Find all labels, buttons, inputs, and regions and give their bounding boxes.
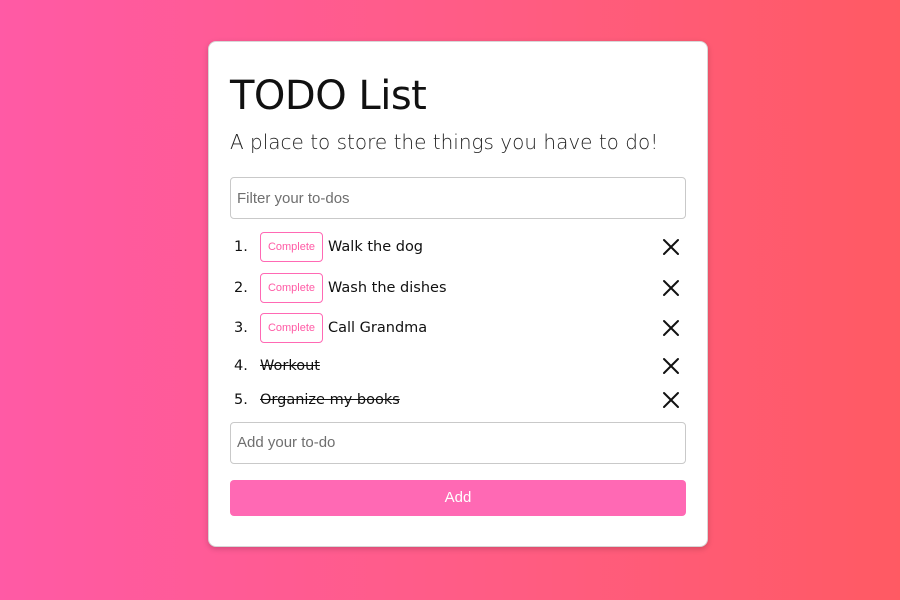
complete-button[interactable]: Complete: [260, 313, 323, 344]
complete-button[interactable]: Complete: [260, 232, 323, 263]
delete-button[interactable]: [662, 391, 680, 409]
delete-button[interactable]: [662, 319, 680, 337]
list-item-completed: 5. Organize my books: [230, 383, 686, 418]
item-number: 4.: [234, 357, 248, 374]
item-text: Wash the dishes: [328, 279, 447, 296]
complete-button[interactable]: Complete: [260, 272, 323, 303]
delete-button[interactable]: [662, 238, 680, 256]
item-text: Call Grandma: [328, 320, 428, 337]
list-item: 1. Complete Walk the dog: [230, 227, 686, 268]
item-number: 3.: [234, 320, 248, 337]
todo-card: TODO List A place to store the things yo…: [208, 41, 708, 547]
close-icon: [663, 279, 679, 296]
list-item: 2. Complete Wash the dishes: [230, 268, 686, 309]
delete-button[interactable]: [662, 357, 680, 375]
close-icon: [663, 357, 679, 374]
list-item: 3. Complete Call Grandma: [230, 308, 686, 349]
todo-list: 1. Complete Walk the dog 2. Complete Was…: [230, 227, 686, 418]
page-title: TODO List: [230, 73, 427, 119]
add-todo-input[interactable]: [230, 421, 686, 464]
close-icon: [663, 239, 679, 256]
item-text: Organize my books: [260, 392, 400, 409]
close-icon: [663, 320, 679, 337]
item-text: Walk the dog: [328, 239, 424, 256]
add-button[interactable]: Add: [230, 479, 686, 516]
page-subtitle: A place to store the things you have to …: [230, 130, 659, 154]
item-text: Workout: [260, 357, 320, 374]
list-item-completed: 4. Workout: [230, 349, 686, 384]
item-number: 2.: [234, 279, 248, 296]
item-number: 5.: [234, 392, 248, 409]
close-icon: [663, 392, 679, 409]
delete-button[interactable]: [662, 279, 680, 297]
filter-input[interactable]: [230, 177, 686, 219]
item-number: 1.: [234, 239, 248, 256]
